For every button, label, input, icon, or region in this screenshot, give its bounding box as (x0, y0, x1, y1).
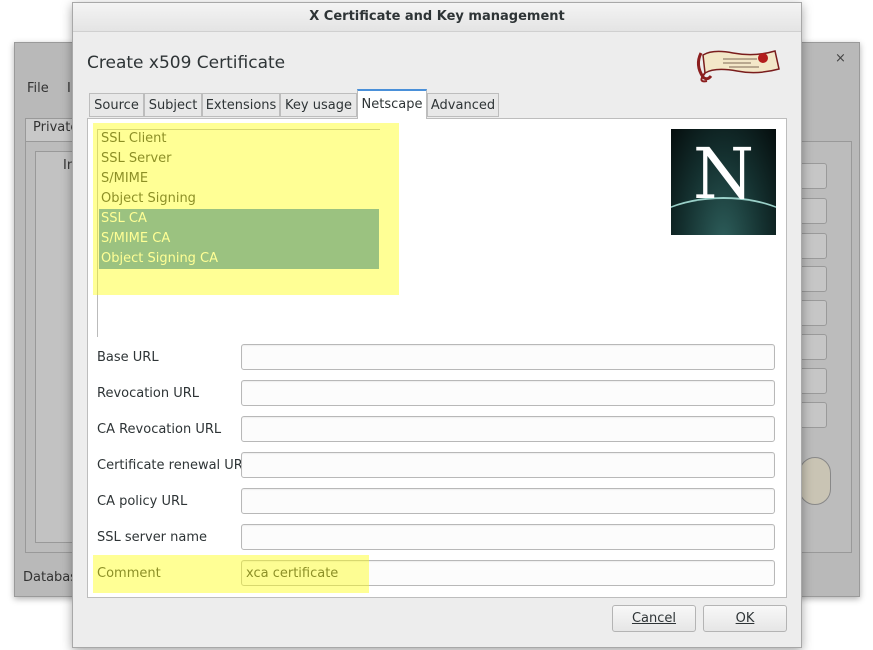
create-certificate-dialog: X Certificate and Key management Create … (72, 2, 802, 648)
ca-revocation-url-field[interactable] (241, 416, 775, 442)
cancel-button-label: Cancel (631, 611, 677, 626)
cancel-button[interactable]: Cancel (612, 605, 696, 632)
xca-logo-icon (693, 43, 783, 89)
cert-renewal-url-field[interactable] (241, 452, 775, 478)
base-url-field[interactable] (241, 344, 775, 370)
netscape-logo-icon: N (671, 129, 776, 235)
tab-subject[interactable]: Subject (144, 93, 202, 117)
ok-button[interactable]: OK (703, 605, 787, 632)
ssl-server-name-field[interactable] (241, 524, 775, 550)
page-title: Create x509 Certificate (87, 53, 286, 73)
ok-button-label: OK (735, 611, 755, 626)
menu-partial[interactable]: I (67, 81, 71, 96)
status-database: Databas (23, 570, 78, 585)
close-icon[interactable]: × (835, 51, 846, 66)
tab-key-usage[interactable]: Key usage (280, 93, 357, 117)
revocation-url-field[interactable] (241, 380, 775, 406)
ssl-server-name-label: SSL server name (97, 530, 208, 545)
cert-renewal-url-label: Certificate renewal URL (97, 458, 251, 473)
decorative-shape (799, 457, 831, 505)
tab-extensions[interactable]: Extensions (202, 93, 280, 117)
ca-policy-url-label: CA policy URL (97, 494, 188, 509)
tab-advanced[interactable]: Advanced (427, 93, 499, 117)
base-url-label: Base URL (97, 350, 159, 365)
menu-file[interactable]: File (27, 81, 49, 96)
tab-source[interactable]: Source (89, 93, 144, 117)
window-title: X Certificate and Key management (73, 3, 801, 32)
highlight-cert-types (93, 123, 399, 295)
netscape-logo-letter: N (692, 133, 755, 215)
key-list[interactable] (35, 151, 77, 543)
ca-revocation-url-label: CA Revocation URL (97, 422, 222, 437)
ca-policy-url-field[interactable] (241, 488, 775, 514)
tab-netscape[interactable]: Netscape (357, 89, 427, 119)
revocation-url-label: Revocation URL (97, 386, 200, 401)
highlight-comment (93, 555, 369, 593)
